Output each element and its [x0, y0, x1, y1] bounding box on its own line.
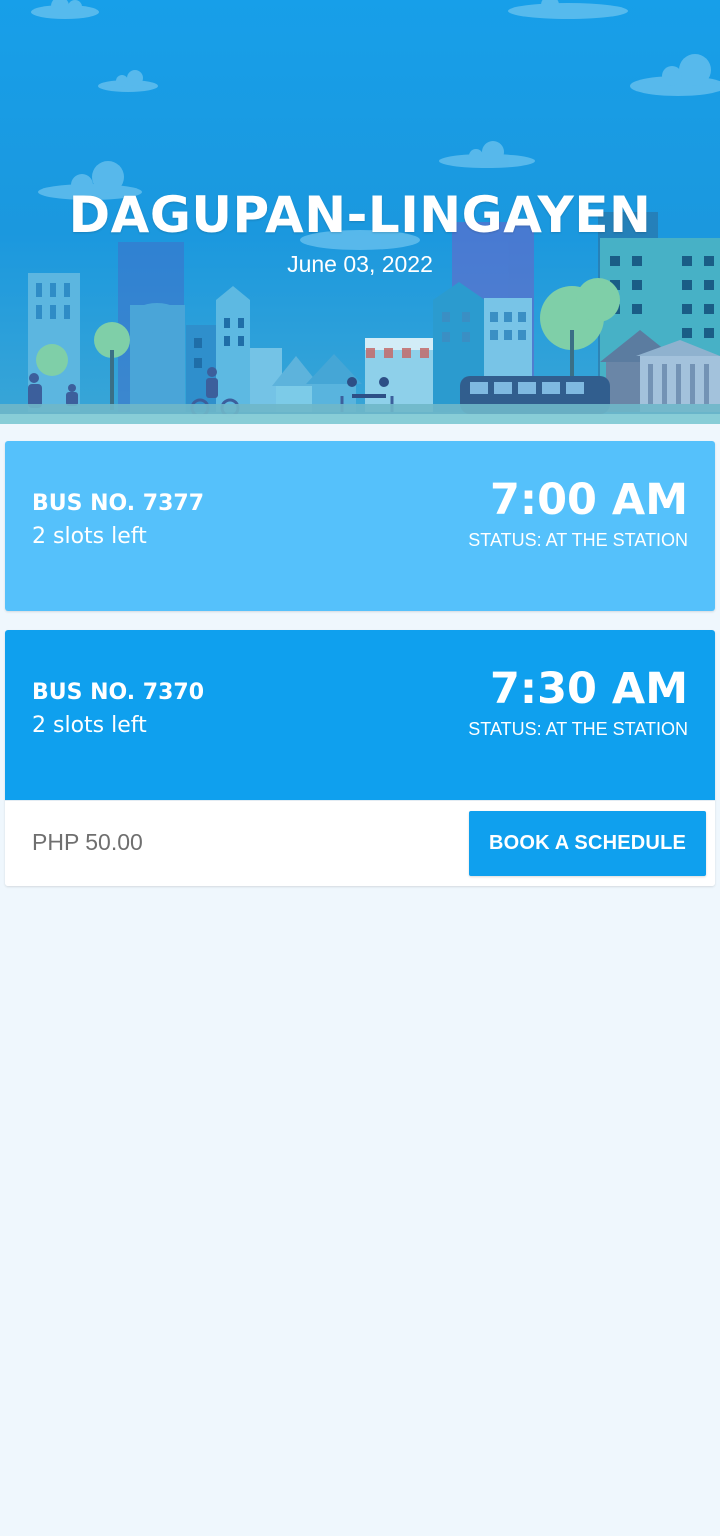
schedule-card-header[interactable]: BUS NO. 7377 2 slots left 7:00 AM STATUS…: [5, 441, 715, 611]
departure-time: 7:30 AM: [490, 664, 688, 714]
header-banner: DAGUPAN-LINGAYEN June 03, 2022: [0, 0, 720, 424]
schedule-card-header[interactable]: BUS NO. 7370 2 slots left 7:30 AM STATUS…: [5, 630, 715, 800]
route-date: June 03, 2022: [287, 251, 433, 277]
slots-left: 2 slots left: [32, 524, 147, 549]
departure-time: 7:00 AM: [490, 475, 688, 525]
bus-status: STATUS: AT THE STATION: [468, 719, 688, 739]
bus-status: STATUS: AT THE STATION: [468, 530, 688, 550]
route-title: DAGUPAN-LINGAYEN: [68, 186, 652, 244]
fare-price: PHP 50.00: [32, 829, 143, 855]
bus-number: BUS NO. 7377: [32, 491, 205, 516]
bus-number: BUS NO. 7370: [32, 680, 205, 705]
slots-left: 2 slots left: [32, 713, 147, 738]
schedule-card-expanded[interactable]: BUS NO. 7370 2 slots left 7:30 AM STATUS…: [5, 630, 715, 886]
schedule-card-footer: PHP 50.00 BOOK A SCHEDULE: [5, 800, 715, 886]
book-schedule-button[interactable]: BOOK A SCHEDULE: [469, 811, 706, 876]
schedule-card[interactable]: BUS NO. 7377 2 slots left 7:00 AM STATUS…: [5, 441, 715, 611]
